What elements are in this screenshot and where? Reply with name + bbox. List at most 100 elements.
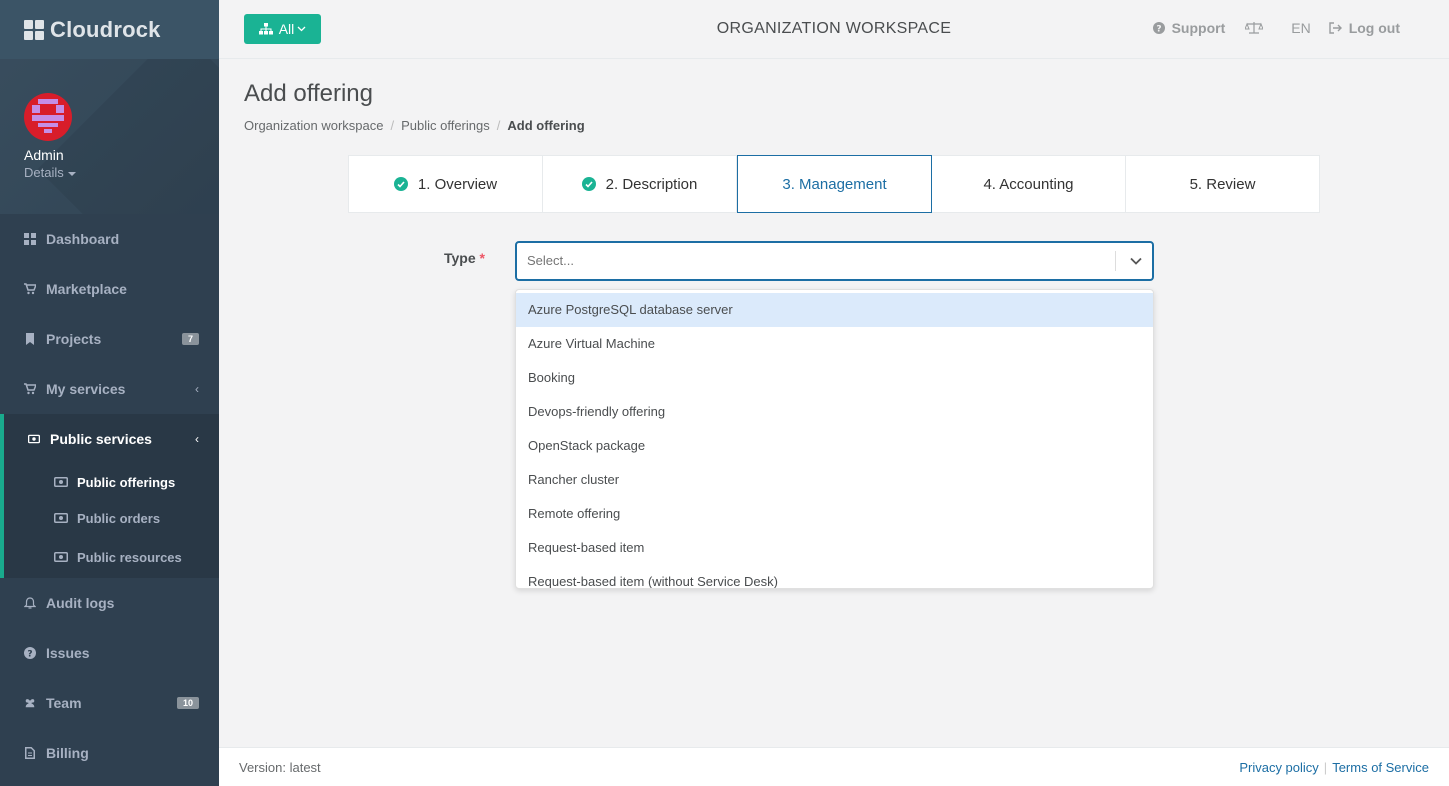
sidebar-item-my-services[interactable]: My services ‹ — [0, 364, 219, 414]
breadcrumb-organization-workspace[interactable]: Organization workspace — [244, 118, 383, 133]
sidebar-item-label: Audit logs — [46, 595, 115, 611]
privacy-policy-link[interactable]: Privacy policy — [1239, 760, 1318, 775]
select-option[interactable]: Devops-friendly offering — [516, 395, 1153, 429]
app-logo[interactable]: Cloudrock — [0, 0, 219, 59]
select-option[interactable]: Request-based item (without Service Desk… — [516, 565, 1153, 588]
sidebar-item-public-services[interactable]: Public services ‹ — [4, 414, 219, 464]
grid-logo-icon — [24, 19, 44, 40]
required-marker: * — [479, 250, 485, 266]
dashboard-icon — [24, 233, 36, 245]
support-label: Support — [1171, 20, 1226, 36]
wizard-step-accounting[interactable]: 4. Accounting — [932, 156, 1126, 212]
logout-link[interactable]: Log out — [1328, 20, 1400, 36]
check-circle-icon — [393, 177, 408, 191]
sidebar-item-issues[interactable]: ? Issues — [0, 628, 219, 678]
file-icon — [24, 747, 36, 759]
logout-label: Log out — [1348, 20, 1400, 36]
type-select[interactable] — [515, 241, 1154, 281]
sidebar-subitem-public-orders[interactable]: Public orders — [4, 500, 219, 536]
select-option[interactable]: Azure Virtual Machine — [516, 327, 1153, 361]
projects-count-badge: 7 — [181, 333, 199, 345]
select-option[interactable]: Rancher cluster — [516, 463, 1153, 497]
footer-divider: | — [1323, 759, 1328, 775]
wizard-step-overview[interactable]: 1. Overview — [349, 156, 543, 212]
wizard-step-label: 2. Description — [605, 175, 698, 193]
profile-name: Admin — [24, 147, 64, 163]
app-name: Cloudrock — [50, 16, 161, 42]
avatar[interactable] — [24, 93, 72, 141]
footer-links: Privacy policy | Terms of Service — [1239, 760, 1429, 775]
check-circle-icon — [581, 177, 596, 191]
breadcrumb: Organization workspace / Public offerings /… — [244, 118, 585, 133]
sidebar-item-label: Team — [46, 695, 82, 711]
chevron-left-icon: ‹ — [195, 382, 199, 396]
sidebar-item-label: Projects — [46, 331, 102, 347]
balance-scale-icon — [1245, 22, 1264, 34]
sidebar-item-label: Public services — [50, 431, 152, 447]
wizard-step-label: 5. Review — [1189, 175, 1256, 193]
main-content: Add offering Organization workspace / Publ… — [219, 60, 1449, 747]
language-selector[interactable]: EN — [1291, 20, 1310, 36]
cart-icon — [24, 383, 36, 395]
team-count-badge: 10 — [176, 697, 199, 709]
select-separator — [1115, 251, 1116, 271]
question-icon: ? — [24, 647, 36, 659]
money-icon — [54, 550, 68, 565]
svg-text:?: ? — [1156, 25, 1161, 35]
chevron-down-icon[interactable] — [1129, 254, 1143, 268]
sidebar-item-team[interactable]: Team 10 — [0, 678, 219, 728]
sidebar-item-dashboard[interactable]: Dashboard — [0, 214, 219, 264]
sidebar: Cloudrock Admin Details Dashboard Market… — [0, 0, 219, 786]
select-option[interactable]: Booking — [516, 361, 1153, 395]
wizard-step-description[interactable]: 2. Description — [543, 156, 737, 212]
version-text: Version: latest — [239, 759, 321, 775]
select-option[interactable]: Request-based item — [516, 531, 1153, 565]
wizard-step-review[interactable]: 5. Review — [1126, 156, 1319, 212]
wizard-step-label: 1. Overview — [417, 175, 498, 193]
question-icon: ? — [1152, 22, 1165, 35]
select-option[interactable]: Azure PostgreSQL database server — [516, 293, 1153, 327]
terms-scale-button[interactable] — [1245, 21, 1264, 35]
sidebar-subitem-public-offerings[interactable]: Public offerings — [4, 464, 219, 500]
wizard-step-label: 3. Management — [782, 175, 887, 193]
profile-details-dropdown[interactable]: Details — [24, 165, 219, 180]
sign-out-icon — [1328, 22, 1342, 34]
breadcrumb-public-offerings[interactable]: Public offerings — [401, 118, 490, 133]
support-link[interactable]: ? Support — [1152, 20, 1226, 36]
sidebar-nav: Dashboard Marketplace Projects 7 My serv… — [0, 214, 219, 778]
type-field-label: Type * — [444, 250, 485, 266]
sidebar-item-label: Marketplace — [46, 281, 127, 297]
type-select-menu: Azure PostgreSQL database server Azure V… — [515, 289, 1154, 589]
svg-text:?: ? — [27, 650, 32, 660]
users-icon — [24, 697, 36, 709]
sidebar-item-label: Billing — [46, 745, 89, 761]
sidebar-subitem-public-resources[interactable]: Public resources — [4, 536, 219, 578]
sidebar-subitem-label: Public orders — [77, 510, 161, 526]
sidebar-item-audit-logs[interactable]: Audit logs — [0, 578, 219, 628]
sidebar-item-marketplace[interactable]: Marketplace — [0, 264, 219, 314]
footer: Version: latest Privacy policy | Terms of … — [219, 747, 1449, 786]
sidebar-item-projects[interactable]: Projects 7 — [0, 314, 219, 364]
money-icon — [54, 511, 68, 526]
chevron-down-icon: ‹ — [195, 432, 199, 446]
sidebar-subitem-label: Public resources — [77, 549, 182, 565]
top-bar: All ORGANIZATION WORKSPACE ? Support EN … — [219, 0, 1449, 59]
select-option[interactable]: Remote offering — [516, 497, 1153, 531]
money-icon — [54, 475, 68, 490]
sidebar-item-label: My services — [46, 381, 126, 397]
sidebar-item-billing[interactable]: Billing — [0, 728, 219, 778]
sidebar-item-label: Dashboard — [46, 231, 120, 247]
sidebar-subitem-label: Public offerings — [77, 474, 176, 490]
wizard-steps: 1. Overview 2. Description 3. Management… — [348, 155, 1320, 213]
profile-panel: Admin Details — [0, 59, 219, 214]
money-icon — [28, 433, 40, 445]
bell-icon — [24, 597, 36, 609]
sidebar-item-label: Issues — [46, 645, 90, 661]
wizard-step-label: 4. Accounting — [983, 175, 1074, 193]
type-select-input[interactable] — [527, 253, 1087, 268]
top-links: ? Support EN Log out — [1131, 20, 1400, 36]
select-option[interactable]: OpenStack package — [516, 429, 1153, 463]
language-label: EN — [1291, 20, 1311, 36]
terms-of-service-link[interactable]: Terms of Service — [1332, 760, 1429, 775]
wizard-step-management[interactable]: 3. Management — [737, 155, 932, 213]
